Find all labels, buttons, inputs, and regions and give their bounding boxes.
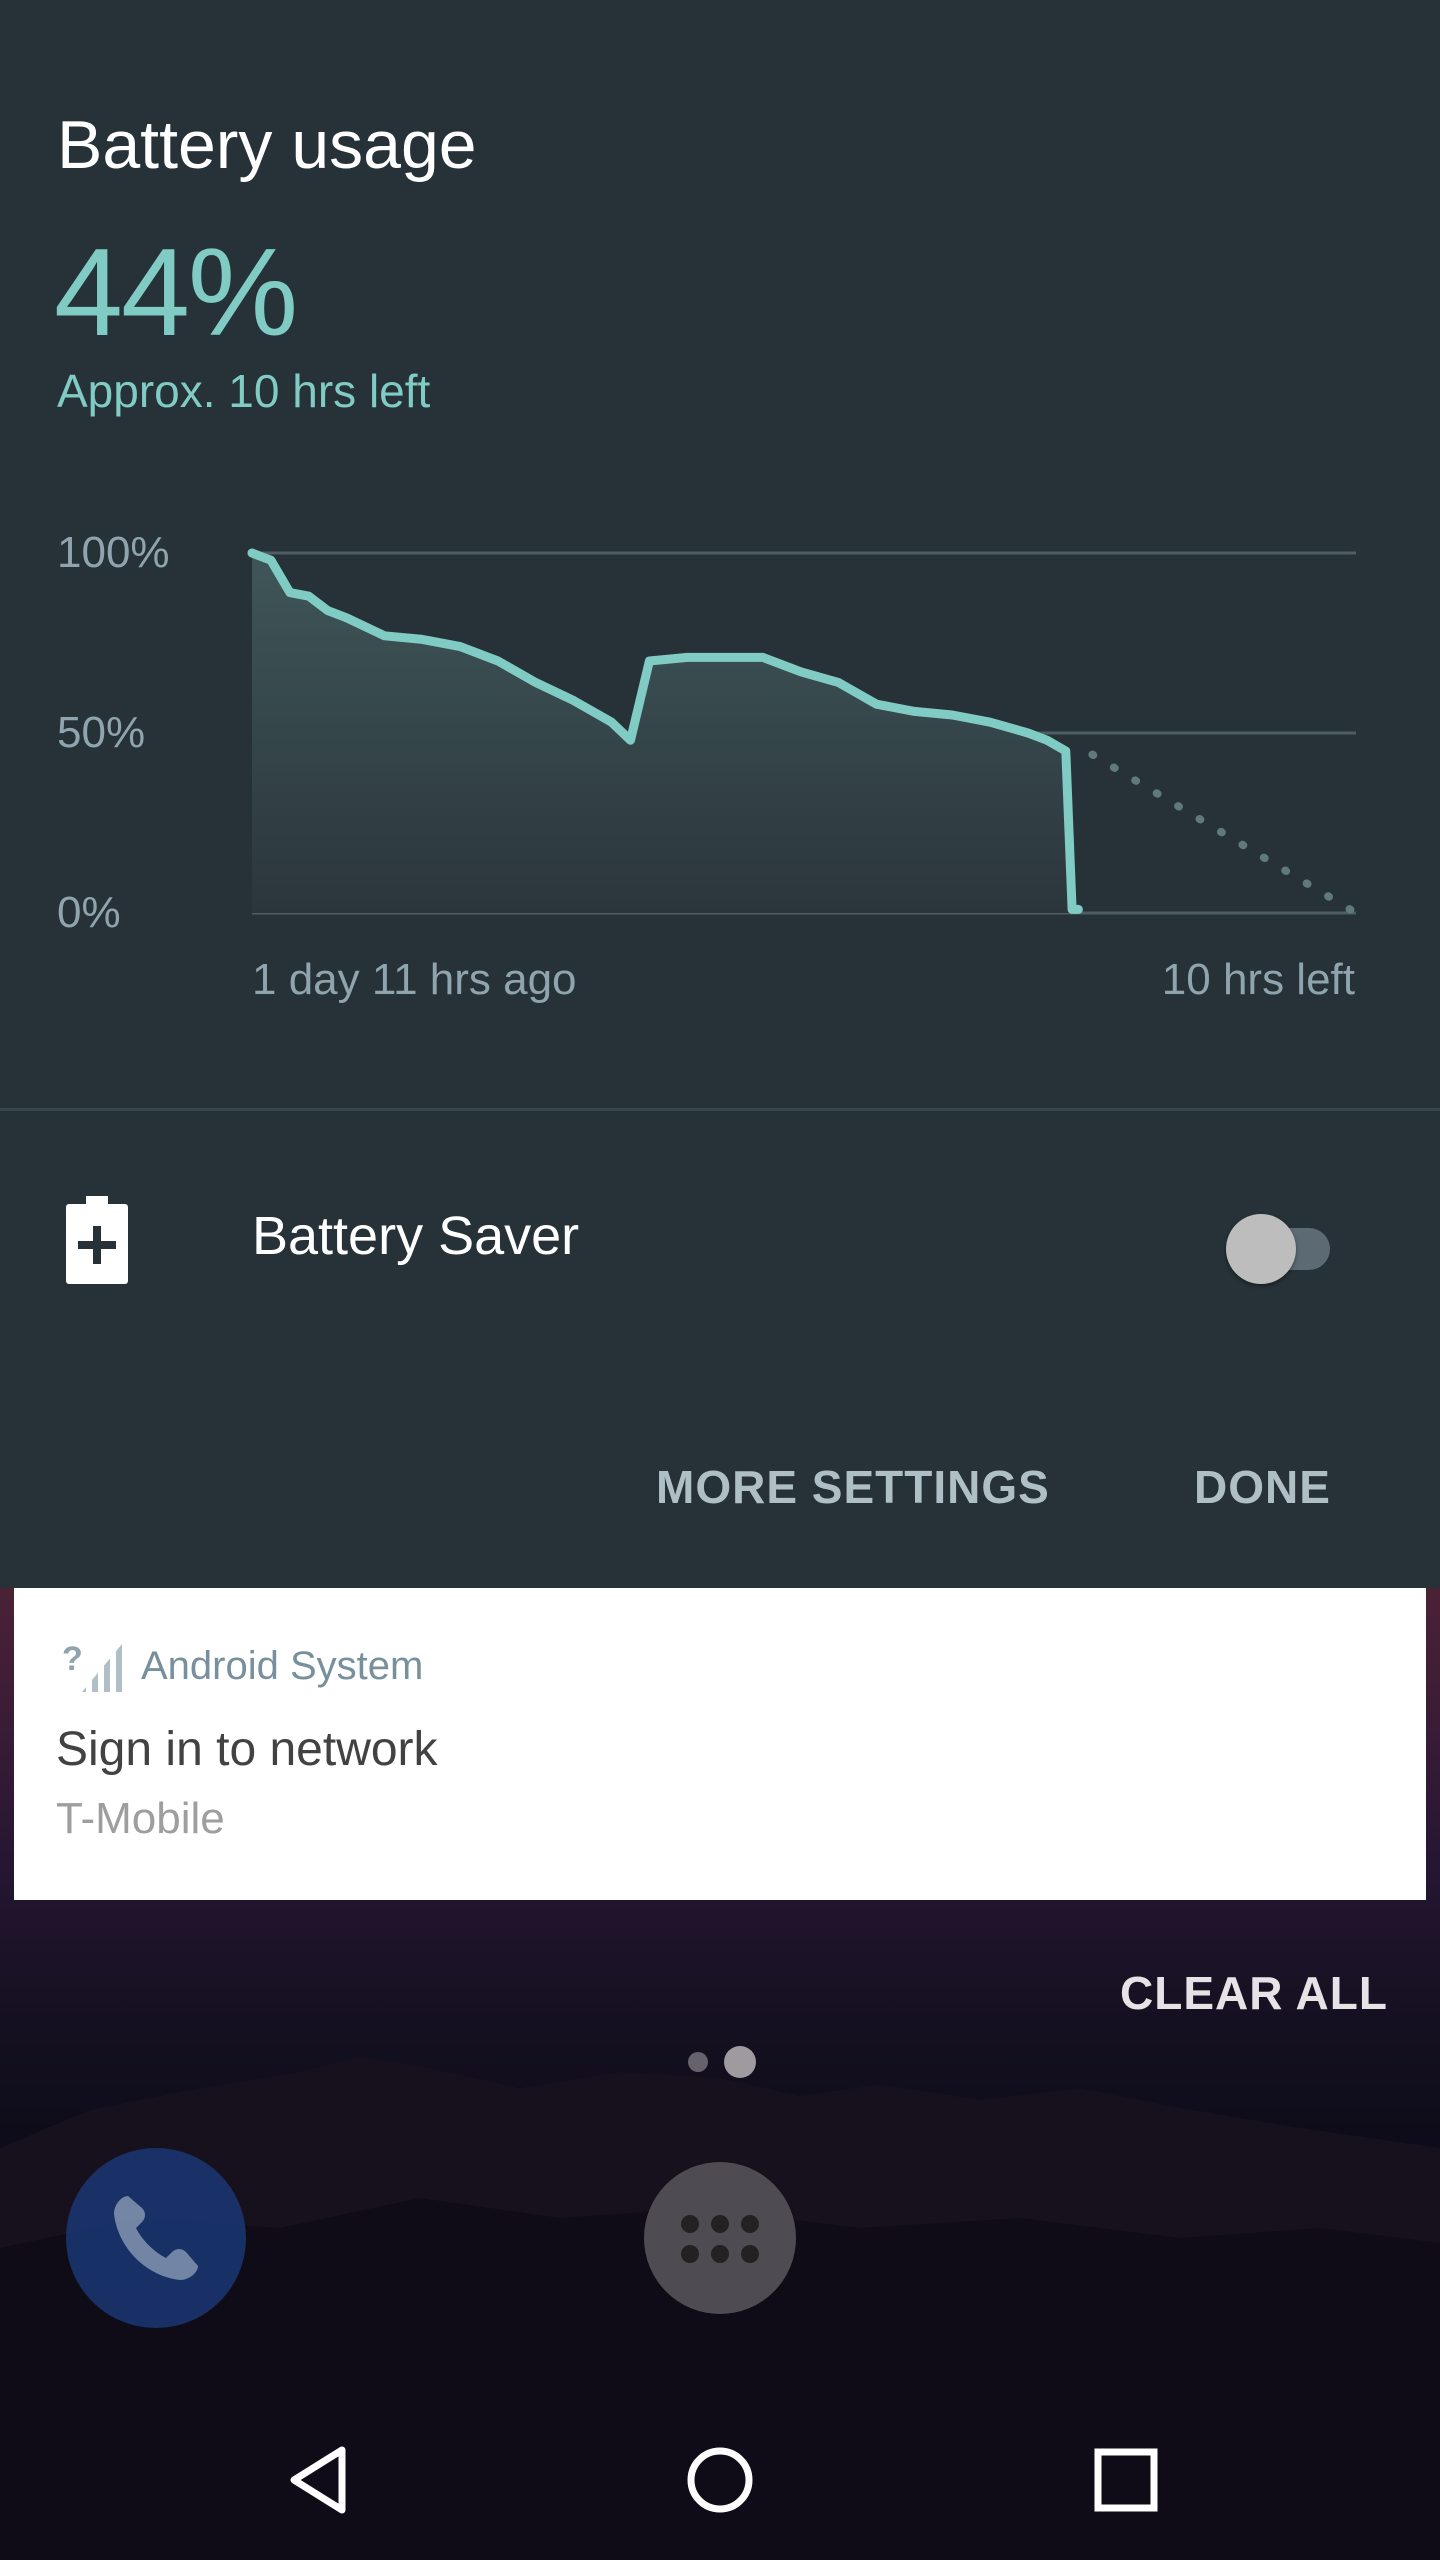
home-icon[interactable] bbox=[680, 2440, 760, 2520]
phone-icon bbox=[114, 2196, 198, 2280]
x-tick-label-end: 10 hrs left bbox=[1161, 955, 1355, 1004]
projection-line bbox=[1088, 750, 1360, 917]
notification-text: T-Mobile bbox=[56, 1794, 225, 1843]
battery-plus-icon bbox=[66, 1196, 128, 1284]
toggle-thumb bbox=[1226, 1214, 1296, 1284]
battery-saver-label: Battery Saver bbox=[252, 1206, 580, 1266]
recents-icon[interactable] bbox=[1086, 2440, 1166, 2520]
page-indicator-dot-active bbox=[724, 2046, 756, 2078]
notification-title: Sign in to network bbox=[56, 1723, 438, 1776]
clear-all-button[interactable]: CLEAR ALL bbox=[1120, 1966, 1388, 2020]
notification-card[interactable]: ? Android System Sign in to network T-Mo… bbox=[14, 1588, 1426, 1900]
x-tick-label-start: 1 day 11 hrs ago bbox=[252, 955, 577, 1004]
battery-saver-toggle[interactable] bbox=[1226, 1208, 1346, 1284]
battery-chart bbox=[247, 548, 1360, 917]
back-icon[interactable] bbox=[280, 2440, 360, 2520]
more-settings-button[interactable]: MORE SETTINGS bbox=[656, 1460, 1050, 1514]
divider bbox=[0, 1108, 1440, 1111]
app-drawer-button[interactable] bbox=[644, 2162, 796, 2314]
usage-area bbox=[252, 553, 1079, 913]
app-drawer-icon bbox=[681, 2215, 759, 2263]
page-indicator-dot bbox=[688, 2052, 708, 2072]
signal-unknown-icon: ? bbox=[62, 1640, 122, 1692]
done-button[interactable]: DONE bbox=[1194, 1460, 1331, 1514]
svg-text:?: ? bbox=[62, 1640, 83, 1678]
battery-panel: Battery usage 44% Approx. 10 hrs left 10… bbox=[0, 0, 1440, 1588]
notification-app-name: Android System bbox=[141, 1644, 424, 1688]
phone-app[interactable] bbox=[66, 2148, 246, 2328]
